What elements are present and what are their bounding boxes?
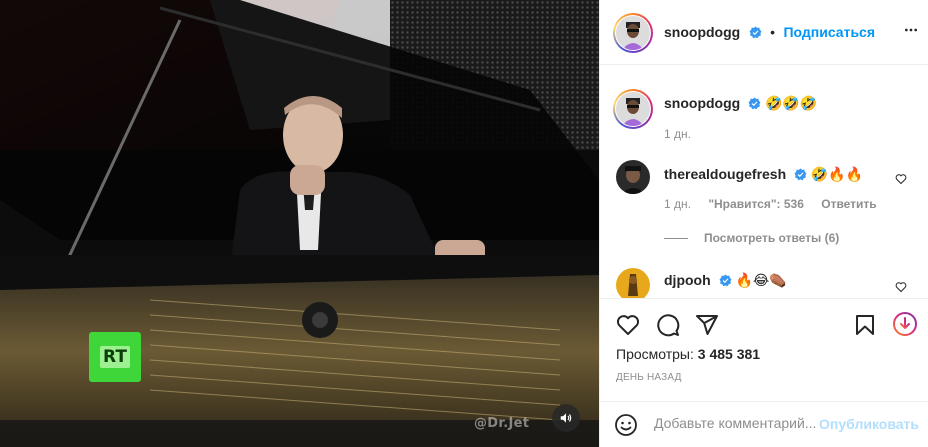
caption-time[interactable]: 1 дн. bbox=[664, 127, 691, 141]
add-comment-form: Опубликовать bbox=[600, 401, 928, 447]
post-header: snoopdogg • Подписаться bbox=[600, 0, 928, 65]
comment-text: 🔥😂⚰️ bbox=[735, 273, 787, 289]
comments-list[interactable]: snoopdogg 🤣🤣🤣 1 дн. therealdougefresh 🤣🔥… bbox=[600, 66, 928, 298]
boost-icon bbox=[893, 312, 917, 336]
comment-username[interactable]: therealdougefresh bbox=[664, 166, 786, 182]
follow-button[interactable]: Подписаться bbox=[783, 24, 875, 40]
comment-avatar[interactable] bbox=[616, 160, 650, 194]
comment-likes[interactable]: "Нравится": 536 bbox=[708, 197, 804, 211]
views-value: 3 485 381 bbox=[697, 346, 761, 362]
header-username[interactable]: snoopdogg bbox=[664, 24, 740, 40]
avatar-image bbox=[616, 16, 650, 50]
comment-avatar-image bbox=[616, 160, 650, 194]
heart-icon bbox=[895, 282, 907, 293]
comment-like-button[interactable] bbox=[895, 172, 907, 190]
comment-time[interactable]: 1 дн. bbox=[664, 197, 691, 211]
volume-button[interactable] bbox=[552, 404, 580, 432]
replies-divider bbox=[664, 237, 688, 239]
rt-logo-text: RT bbox=[100, 346, 130, 368]
like-button[interactable] bbox=[616, 313, 640, 342]
caption-username[interactable]: snoopdogg bbox=[664, 95, 740, 111]
verified-icon bbox=[749, 26, 762, 39]
caption-avatar[interactable] bbox=[616, 92, 650, 126]
comment-avatar[interactable] bbox=[616, 268, 650, 298]
views-count[interactable]: Просмотры: 3 485 381 bbox=[616, 346, 760, 362]
comment-item: djpooh 🔥😂⚰️ bbox=[600, 262, 928, 298]
view-replies-button[interactable]: Посмотреть ответы (6) bbox=[664, 231, 839, 245]
emoji-button[interactable] bbox=[614, 413, 638, 442]
comment-text: 🤣🔥🔥 bbox=[810, 167, 864, 183]
post-date[interactable]: ДЕНЬ НАЗАД bbox=[616, 372, 682, 383]
save-button[interactable] bbox=[853, 313, 877, 342]
bookmark-icon bbox=[856, 315, 874, 335]
post-side-panel: snoopdogg • Подписаться snoopdogg 🤣🤣🤣 1 … bbox=[599, 0, 928, 447]
comment-input[interactable] bbox=[654, 415, 824, 431]
verified-icon bbox=[748, 97, 761, 110]
views-label: Просмотры: bbox=[616, 346, 694, 362]
avatar[interactable] bbox=[616, 16, 650, 50]
share-icon bbox=[696, 315, 718, 335]
volume-icon bbox=[560, 413, 572, 423]
comment-avatar-image bbox=[616, 268, 650, 298]
view-replies-label: Посмотреть ответы (6) bbox=[704, 231, 840, 245]
caption-text: 🤣🤣🤣 bbox=[764, 96, 818, 112]
reply-button[interactable]: Ответить bbox=[821, 197, 876, 211]
more-icon bbox=[905, 28, 917, 32]
publish-button[interactable]: Опубликовать bbox=[819, 416, 919, 432]
verified-icon bbox=[719, 274, 732, 287]
post-caption: snoopdogg 🤣🤣🤣 1 дн. bbox=[600, 86, 928, 146]
post-media[interactable]: RT @Dr.Jet bbox=[0, 0, 599, 447]
heart-icon bbox=[895, 174, 907, 185]
comment-username[interactable]: djpooh bbox=[664, 272, 711, 288]
post-actions: Просмотры: 3 485 381 ДЕНЬ НАЗАД Опублико… bbox=[600, 298, 928, 447]
rt-channel-logo: RT bbox=[89, 332, 141, 382]
caption-avatar-image bbox=[616, 92, 650, 126]
comment-button[interactable] bbox=[656, 313, 680, 342]
comment-like-button[interactable] bbox=[895, 280, 907, 298]
verified-icon bbox=[794, 168, 807, 181]
comment-item: therealdougefresh 🤣🔥🔥 1 дн. "Нравится": … bbox=[600, 154, 928, 245]
header-separator: • bbox=[770, 24, 776, 40]
heart-icon bbox=[616, 315, 640, 335]
boost-button[interactable] bbox=[892, 311, 918, 342]
video-watermark: @Dr.Jet bbox=[474, 416, 530, 431]
emoji-icon bbox=[615, 414, 637, 436]
comment-icon bbox=[657, 314, 680, 337]
share-button[interactable] bbox=[695, 313, 719, 342]
more-options-button[interactable] bbox=[903, 22, 919, 43]
